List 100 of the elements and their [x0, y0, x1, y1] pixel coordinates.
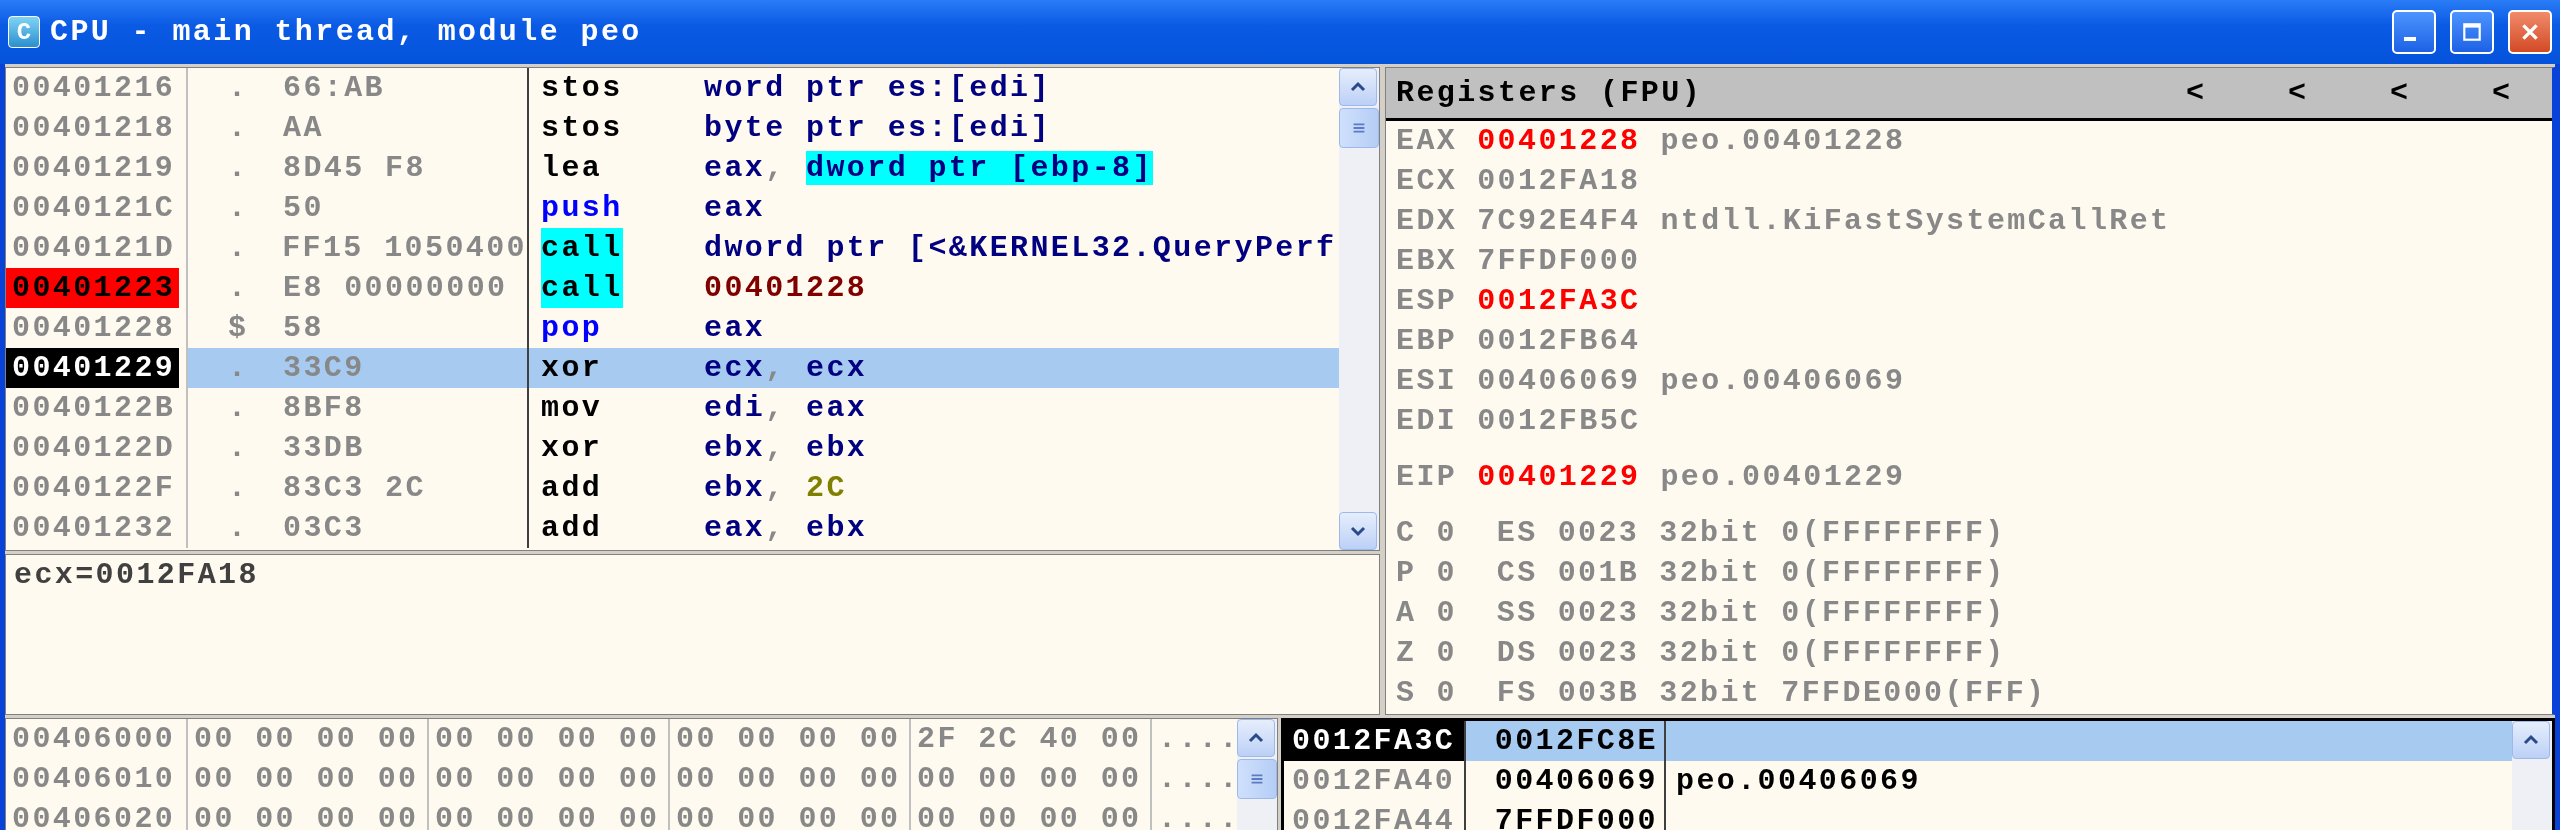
- register-comment: ntdll.KiFastSystemCallRet: [1660, 203, 2171, 240]
- scroll-thumb[interactable]: [1339, 108, 1379, 148]
- address-cell: 0012FA44: [1284, 801, 1466, 830]
- segment-base: 0(FFFFFFFF): [1781, 555, 2006, 592]
- collapse-button[interactable]: <: [2144, 76, 2246, 110]
- scroll-down-button[interactable]: [1339, 512, 1377, 550]
- segment-bits: 32bit: [1659, 675, 1762, 712]
- hex-bytes: 33C9: [283, 350, 365, 387]
- info-text: ecx=0012FA18: [14, 558, 259, 592]
- scroll-thumb[interactable]: [1237, 759, 1277, 799]
- flag-name: S: [1396, 675, 1417, 712]
- collapse-button[interactable]: <: [2246, 76, 2348, 110]
- mnemonic: call: [541, 268, 623, 308]
- row-marker: .: [227, 510, 250, 547]
- hex-bytes: 66:AB: [283, 70, 385, 107]
- comment-cell-text: peo.00406069: [1675, 763, 1922, 800]
- row-marker: .: [227, 110, 250, 147]
- register-name: EDX: [1396, 203, 1458, 240]
- mnemonic: xor: [541, 430, 603, 467]
- operand: word ptr es:[edi]: [704, 70, 1051, 107]
- segment-selector: 0023: [1557, 635, 1640, 672]
- address-cell-text: 0040122D: [11, 430, 177, 467]
- address-cell: 00401223: [6, 268, 180, 308]
- address-cell-text: 00401228: [11, 310, 177, 347]
- segment-base: 7FFDE000(FFF): [1781, 675, 2047, 712]
- segment-selector: 003B: [1557, 675, 1640, 712]
- mnemonic: mov: [541, 390, 603, 427]
- minimize-icon: [2404, 37, 2416, 41]
- address-cell-text: 00401216: [11, 70, 177, 107]
- register-name: EBX: [1396, 243, 1458, 280]
- row-marker: .: [227, 470, 250, 507]
- register-name: EDI: [1396, 403, 1458, 440]
- mnemonic: push: [541, 190, 623, 227]
- segment-bits: 32bit: [1659, 515, 1762, 552]
- hex-cell: 00 00 00 00: [429, 759, 670, 799]
- address-cell: 00401229: [6, 348, 180, 388]
- hex-cell: 00 00 00 00: [429, 799, 670, 830]
- mnemonic: xor: [541, 350, 603, 387]
- register-value: 0012FB64: [1477, 323, 1641, 360]
- row-marker: .: [227, 270, 250, 307]
- register-name: ESI: [1396, 363, 1458, 400]
- operand: ebx, ebx: [704, 430, 868, 467]
- hex-cell: 00 00 00 00: [911, 799, 1152, 830]
- segment-selector: 001B: [1557, 555, 1640, 592]
- hex-cell: 00 00 00 00: [670, 759, 911, 799]
- register-name: ESP: [1396, 283, 1458, 320]
- close-icon: [2519, 21, 2541, 43]
- value-cell: 0012FC8E: [1466, 721, 1666, 761]
- segment-name: FS: [1496, 675, 1538, 712]
- minimize-button[interactable]: [2392, 10, 2436, 54]
- ascii-cell-text: ....: [1157, 761, 1237, 798]
- value-cell: 00406069: [1466, 761, 1666, 801]
- address-cell-text: 0040121C: [11, 190, 177, 227]
- hex-cell: 00 00 00 00: [188, 719, 429, 759]
- hex-bytes: 33DB: [283, 430, 365, 467]
- segment-name: SS: [1496, 595, 1538, 632]
- flag-value: 0: [1436, 515, 1457, 552]
- window-title: CPU - main thread, module peo: [50, 15, 642, 49]
- row-marker: $: [227, 310, 250, 347]
- mnemonic: call: [541, 228, 623, 268]
- segment-selector: 0023: [1557, 595, 1640, 632]
- segment-name: CS: [1496, 555, 1538, 592]
- mnemonic: stos: [541, 110, 623, 147]
- operand: byte ptr es:[edi]: [704, 110, 1051, 147]
- flag-name: Z: [1396, 635, 1417, 672]
- address-cell: 00406010: [6, 759, 188, 799]
- hex-cell: 00 00 00 00: [188, 759, 429, 799]
- flag-value: 0: [1436, 595, 1457, 632]
- hex-cell: 2F 2C 40 00: [911, 719, 1152, 759]
- register-value: 0012FA18: [1477, 163, 1641, 200]
- register-value: 00406069: [1477, 363, 1641, 400]
- hex-bytes: 8D45 F8: [283, 150, 426, 187]
- scroll-up-button[interactable]: [2512, 721, 2550, 759]
- close-button[interactable]: [2508, 10, 2552, 54]
- register-value: 00401228: [1477, 123, 1641, 160]
- hex-cell: 00 00 00 00: [670, 799, 911, 830]
- address-cell-text: 0040121D: [11, 230, 177, 267]
- address-cell-text: 00401232: [11, 510, 177, 547]
- maximize-button[interactable]: [2450, 10, 2494, 54]
- segment-base: 0(FFFFFFFF): [1781, 515, 2006, 552]
- segment-bits: 32bit: [1659, 555, 1762, 592]
- flag-value: 0: [1436, 635, 1457, 672]
- row-marker: .: [227, 390, 250, 427]
- mnemonic: lea: [541, 150, 603, 187]
- collapse-button[interactable]: <: [2348, 76, 2450, 110]
- operand: 00401228: [704, 270, 868, 307]
- scroll-up-button[interactable]: [1237, 719, 1275, 757]
- row-marker: .: [227, 70, 250, 107]
- operand: ebx, 2C: [704, 470, 847, 507]
- mnemonic: add: [541, 510, 603, 547]
- address-cell-text: 0040122B: [11, 390, 177, 427]
- scroll-up-button[interactable]: [1339, 68, 1377, 106]
- segment-selector: 0023: [1557, 515, 1640, 552]
- flag-value: 0: [1436, 555, 1457, 592]
- flag-name: C: [1396, 515, 1417, 552]
- hex-bytes: AA: [283, 110, 324, 147]
- row-marker: .: [227, 350, 250, 387]
- register-comment: peo.00401229: [1660, 459, 1906, 496]
- register-value: 00401229: [1477, 459, 1641, 496]
- collapse-button[interactable]: <: [2450, 76, 2552, 110]
